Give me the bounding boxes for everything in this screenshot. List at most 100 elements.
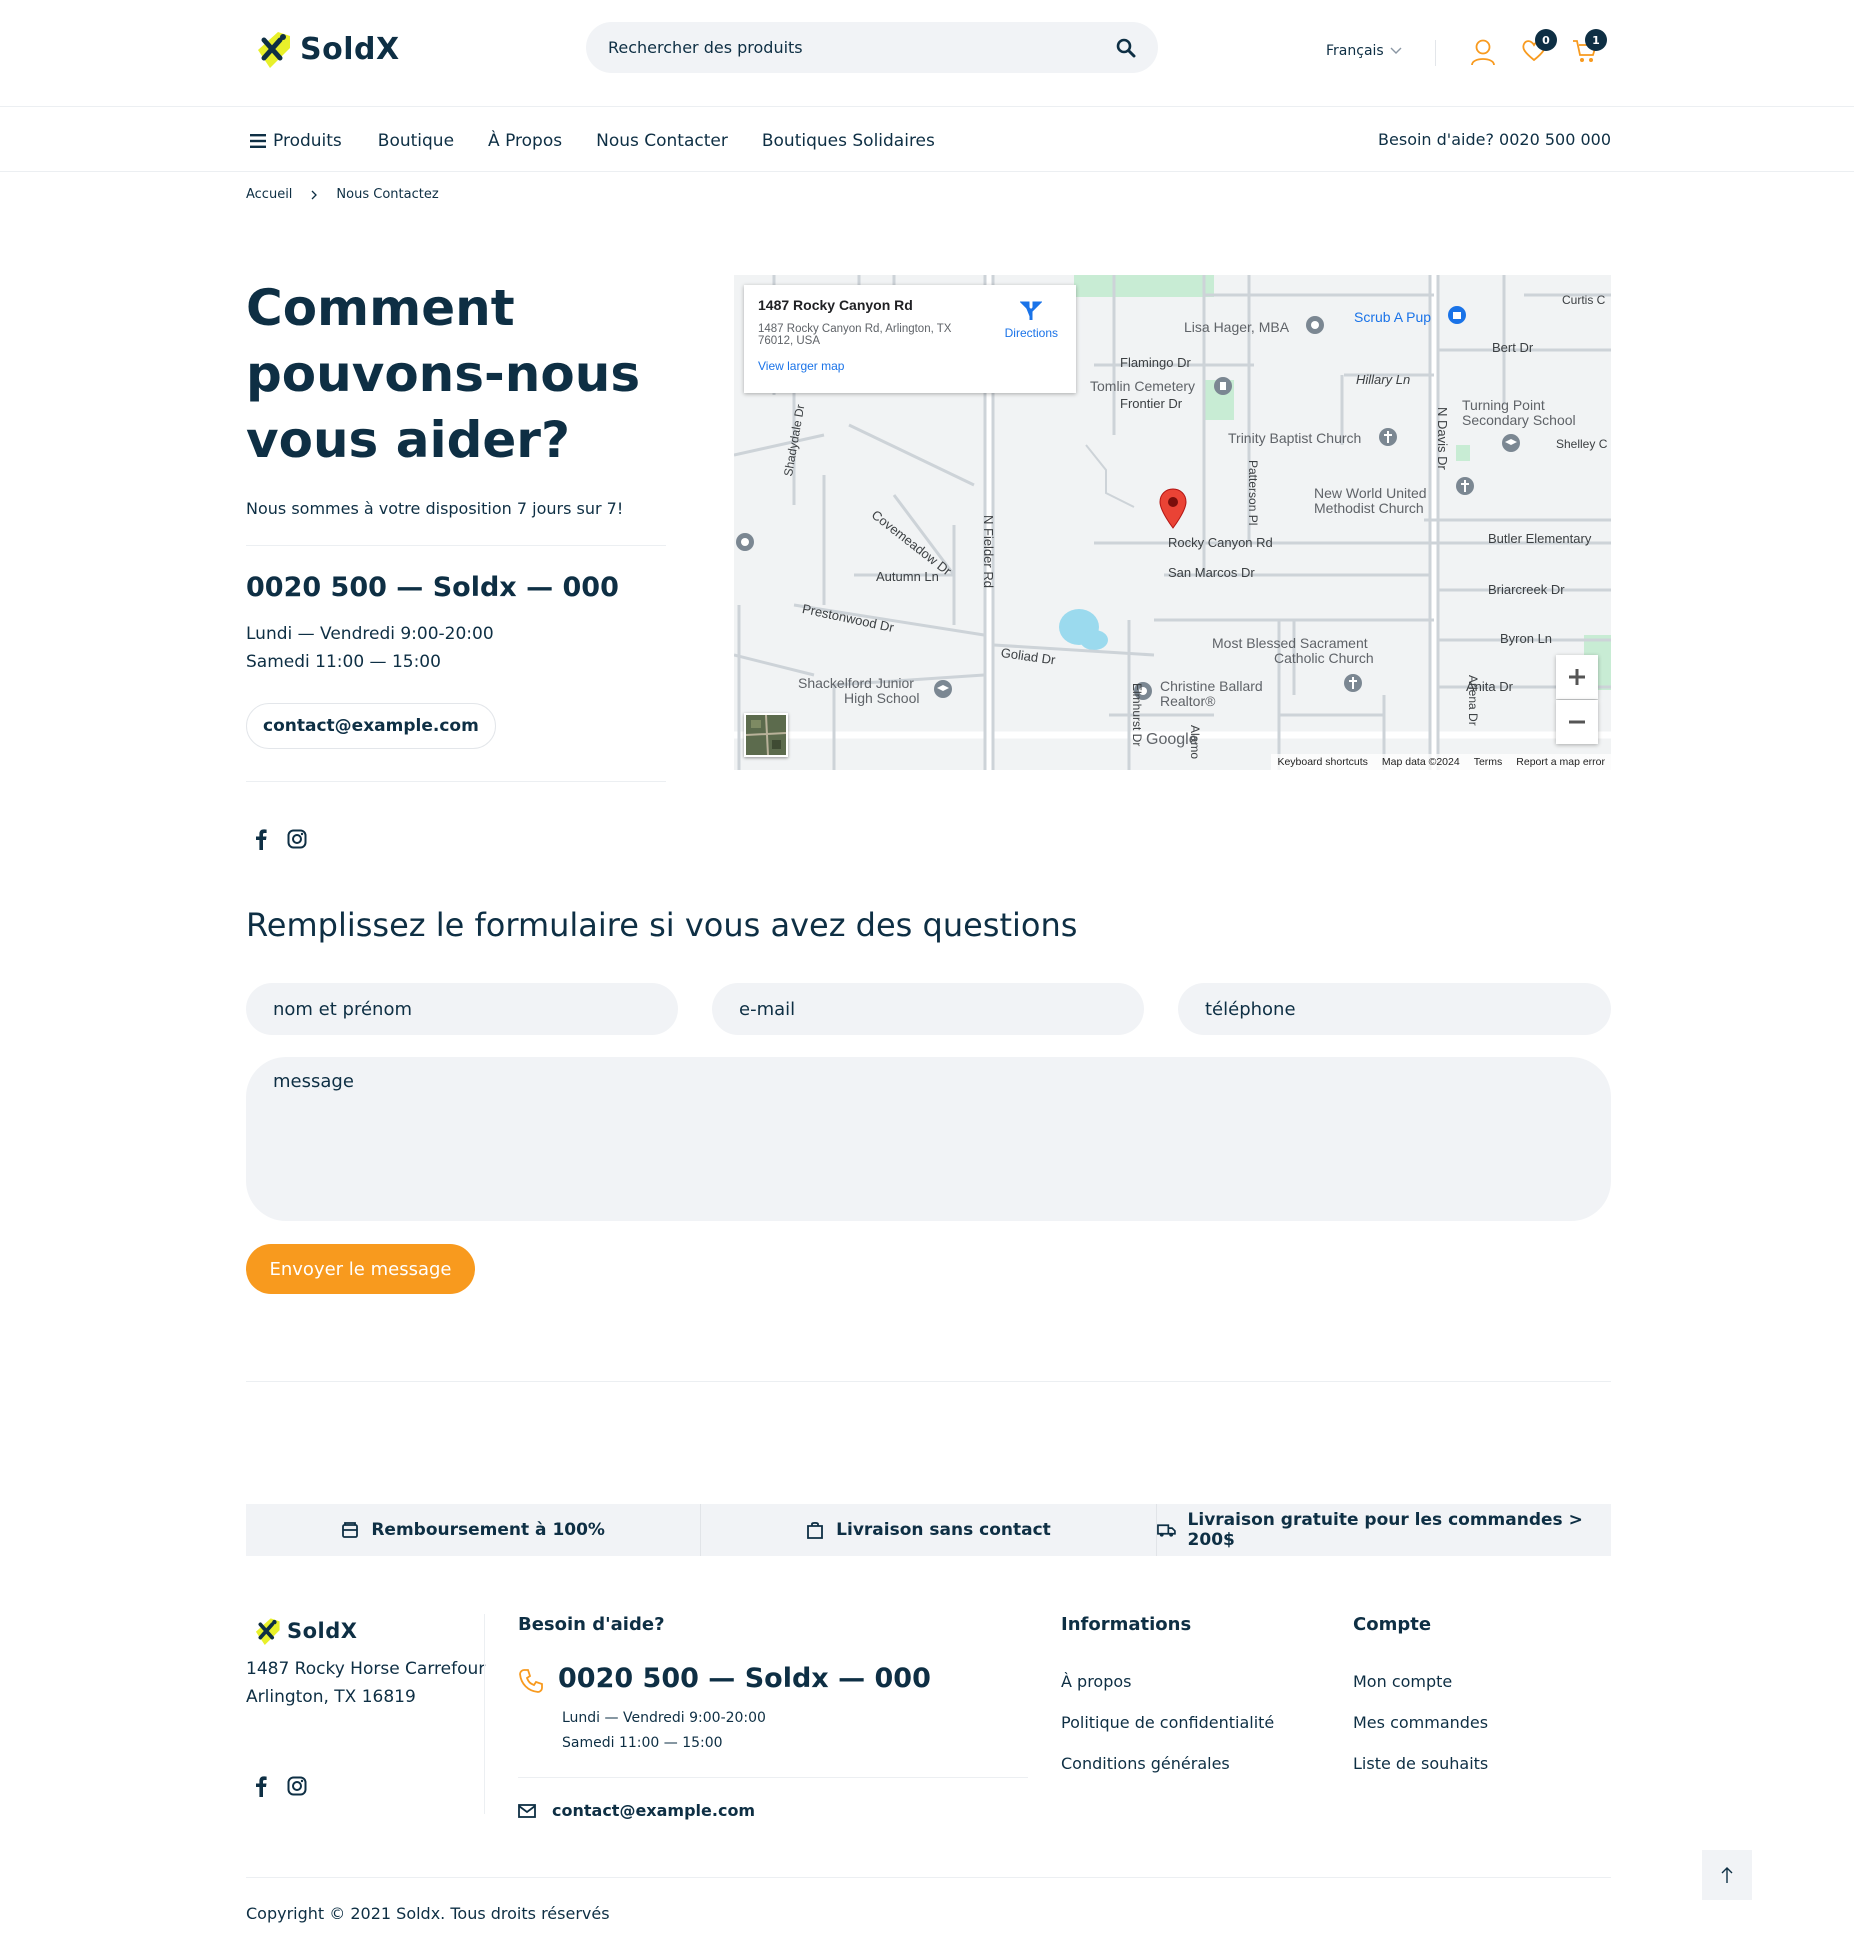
page-title-line-2: pouvons-nous bbox=[246, 345, 641, 403]
back-to-top-button[interactable] bbox=[1702, 1850, 1752, 1900]
zoom-out-button[interactable] bbox=[1556, 700, 1598, 744]
language-selector[interactable]: Français bbox=[1326, 43, 1402, 59]
map-keyboard-shortcuts[interactable]: Keyboard shortcuts bbox=[1277, 756, 1367, 768]
map-label: High School bbox=[844, 690, 920, 706]
page-title: Comment pouvons-nous vous aider? bbox=[246, 275, 640, 473]
map-label: N Davis Dr bbox=[1435, 407, 1450, 470]
search-bar[interactable]: Rechercher des produits bbox=[586, 22, 1158, 73]
footer-link-terms[interactable]: Conditions générales bbox=[1061, 1754, 1230, 1773]
map-label: Patterson Pl bbox=[1246, 460, 1260, 526]
logo-mark-icon bbox=[255, 1618, 280, 1646]
contact-divider-bottom bbox=[246, 781, 666, 782]
nav-item-produits[interactable]: Produits bbox=[273, 131, 342, 151]
site-logo[interactable]: SoldX bbox=[250, 26, 400, 72]
cemetery-poi-icon[interactable] bbox=[1212, 375, 1234, 399]
message-textarea[interactable]: message bbox=[246, 1057, 1611, 1221]
map-label: New World United bbox=[1314, 485, 1427, 501]
map-terms-link[interactable]: Terms bbox=[1474, 756, 1503, 768]
map-label: Trinity Baptist Church bbox=[1228, 430, 1362, 446]
footer-address-line-2: Arlington, TX 16819 bbox=[246, 1687, 416, 1707]
feature-refund-label: Remboursement à 100% bbox=[371, 1520, 605, 1540]
map-label: Realtor® bbox=[1160, 693, 1216, 709]
breadcrumb: Accueil Nous Contactez bbox=[246, 187, 439, 202]
map-label: Byron Ln bbox=[1500, 631, 1553, 646]
zoom-in-button[interactable] bbox=[1556, 655, 1598, 699]
help-phone[interactable]: Besoin d'aide? 0020 500 000 bbox=[1378, 130, 1611, 149]
footer-logo[interactable]: SoldX bbox=[250, 1614, 357, 1648]
map-label: San Marcos Dr bbox=[1168, 565, 1255, 580]
phone-icon bbox=[519, 1669, 543, 1693]
church-poi-icon[interactable] bbox=[1377, 426, 1399, 450]
place-address-line-1: 1487 Rocky Canyon Rd, Arlington, TX bbox=[758, 323, 952, 335]
school-poi-icon[interactable] bbox=[1500, 432, 1522, 456]
church-poi-icon[interactable] bbox=[1342, 672, 1364, 696]
feature-free-shipping-label: Livraison gratuite pour les commandes > … bbox=[1187, 1510, 1583, 1550]
feature-free-shipping: Livraison gratuite pour les commandes > … bbox=[1155, 1504, 1611, 1556]
facebook-icon[interactable] bbox=[255, 1775, 267, 1797]
poi-marker-icon[interactable] bbox=[1304, 314, 1326, 338]
satellite-toggle[interactable] bbox=[744, 713, 788, 757]
search-icon[interactable] bbox=[1116, 38, 1136, 58]
feature-contactless-label: Livraison sans contact bbox=[836, 1520, 1051, 1540]
footer-link-about[interactable]: À propos bbox=[1061, 1672, 1131, 1691]
instagram-icon[interactable] bbox=[287, 1776, 307, 1796]
directions-button[interactable]: Directions bbox=[1005, 299, 1058, 340]
school-poi-icon[interactable] bbox=[932, 678, 954, 702]
map-label: Bert Dr bbox=[1492, 340, 1534, 355]
map-label: Lisa Hager, MBA bbox=[1184, 319, 1290, 335]
footer-link-orders[interactable]: Mes commandes bbox=[1353, 1713, 1488, 1732]
footer-link-my-account[interactable]: Mon compte bbox=[1353, 1672, 1452, 1691]
contact-email[interactable]: contact@example.com bbox=[246, 703, 496, 749]
chevron-down-icon bbox=[1390, 47, 1402, 54]
facebook-icon[interactable] bbox=[255, 828, 267, 850]
name-input[interactable]: nom et prénom bbox=[246, 983, 678, 1035]
hours-saturday: Samedi 11:00 — 15:00 bbox=[246, 652, 441, 672]
map-label: Turning Point bbox=[1462, 397, 1545, 413]
user-icon[interactable] bbox=[1470, 38, 1496, 66]
language-label: Français bbox=[1326, 43, 1384, 59]
arrow-up-icon bbox=[1721, 1867, 1733, 1883]
footer-address-line-1: 1487 Rocky Horse Carrefour bbox=[246, 1659, 486, 1679]
nav-item-a-propos[interactable]: À Propos bbox=[488, 131, 562, 151]
search-input[interactable]: Rechercher des produits bbox=[608, 38, 803, 57]
nav-item-nous-contacter[interactable]: Nous Contacter bbox=[596, 131, 728, 151]
footer-link-wishlist[interactable]: Liste de souhaits bbox=[1353, 1754, 1488, 1773]
nav-item-boutiques-solidaires[interactable]: Boutiques Solidaires bbox=[762, 131, 935, 151]
footer-hours-weekdays: Lundi — Vendredi 9:00-20:00 bbox=[562, 1710, 766, 1726]
contact-phone[interactable]: 0020 500 — Soldx — 000 bbox=[246, 572, 619, 603]
main-nav: Produits Boutique À Propos Nous Contacte… bbox=[250, 128, 935, 154]
footer-help-title: Besoin d'aide? bbox=[518, 1614, 665, 1635]
shopping-poi-icon[interactable] bbox=[1446, 304, 1468, 328]
church-poi-icon[interactable] bbox=[1454, 475, 1476, 499]
nav-item-boutique[interactable]: Boutique bbox=[378, 131, 454, 151]
menu-icon[interactable] bbox=[250, 134, 266, 148]
header-divider bbox=[1435, 40, 1436, 66]
map-label: Briarcreek Dr bbox=[1488, 582, 1565, 597]
footer-phone[interactable]: 0020 500 — Soldx — 000 bbox=[558, 1663, 931, 1694]
map-report-error-link[interactable]: Report a map error bbox=[1516, 756, 1605, 768]
logo-text: SoldX bbox=[300, 31, 400, 67]
footer-account-title: Compte bbox=[1353, 1614, 1432, 1635]
poi-marker-icon[interactable] bbox=[734, 531, 756, 557]
chevron-right-icon bbox=[311, 190, 318, 199]
location-pin-icon[interactable] bbox=[1158, 487, 1188, 529]
hours-weekdays: Lundi — Vendredi 9:00-20:00 bbox=[246, 624, 494, 644]
page-title-line-1: Comment bbox=[246, 279, 515, 337]
google-map[interactable]: Lisa Hager, MBA Scrub A Pup Curtis C Ber… bbox=[734, 275, 1611, 770]
send-message-button[interactable]: Envoyer le message bbox=[246, 1244, 475, 1294]
phone-input[interactable]: téléphone bbox=[1178, 983, 1611, 1035]
email-input[interactable]: e-mail bbox=[712, 983, 1144, 1035]
directions-icon bbox=[1019, 301, 1043, 320]
cart-count-badge: 1 bbox=[1585, 29, 1607, 51]
footer-help-divider bbox=[518, 1777, 1028, 1778]
instagram-icon[interactable] bbox=[287, 829, 307, 849]
breadcrumb-home[interactable]: Accueil bbox=[246, 187, 292, 202]
footer-link-privacy[interactable]: Politique de confidentialité bbox=[1061, 1713, 1274, 1732]
cart-button[interactable]: 1 bbox=[1572, 29, 1607, 68]
footer-column-divider bbox=[484, 1614, 485, 1814]
wishlist-button[interactable]: 0 bbox=[1520, 29, 1557, 68]
mail-icon bbox=[518, 1804, 536, 1818]
footer-email[interactable]: contact@example.com bbox=[552, 1801, 755, 1820]
availability-text: Nous sommes à votre disposition 7 jours … bbox=[246, 499, 624, 518]
view-larger-map-link[interactable]: View larger map bbox=[758, 359, 1062, 373]
